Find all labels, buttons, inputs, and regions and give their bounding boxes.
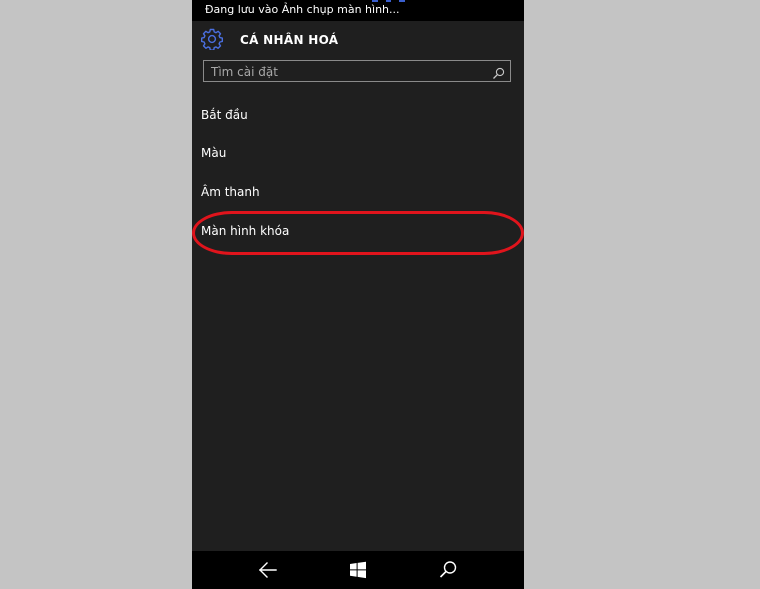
search-input[interactable]: Tìm cài đặt bbox=[203, 60, 511, 82]
gear-icon bbox=[200, 28, 223, 51]
search-placeholder: Tìm cài đặt bbox=[211, 65, 278, 79]
page-title: CÁ NHÂN HOÁ bbox=[240, 33, 339, 47]
menu-item-man-hinh-khoa[interactable]: Màn hình khóa bbox=[201, 221, 501, 241]
status-accent-mark bbox=[386, 0, 391, 2]
status-accent-mark bbox=[372, 0, 378, 2]
windows-logo-icon[interactable] bbox=[347, 559, 369, 581]
menu-item-bat-dau[interactable]: Bắt đầu bbox=[201, 105, 501, 125]
menu-item-mau[interactable]: Màu bbox=[201, 143, 501, 163]
phone-screen: Đang lưu vào Ảnh chụp màn hình... CÁ NHÂ… bbox=[192, 0, 524, 589]
search-icon[interactable] bbox=[492, 65, 505, 79]
back-arrow-icon[interactable] bbox=[257, 559, 279, 581]
page-header: CÁ NHÂN HOÁ bbox=[192, 27, 524, 55]
menu-item-am-thanh[interactable]: Âm thanh bbox=[201, 182, 501, 202]
search-icon[interactable] bbox=[437, 559, 459, 581]
navigation-bar bbox=[192, 551, 524, 589]
status-notification: Đang lưu vào Ảnh chụp màn hình... bbox=[205, 3, 400, 16]
status-bar: Đang lưu vào Ảnh chụp màn hình... bbox=[192, 0, 524, 21]
status-accent-mark bbox=[399, 0, 405, 2]
